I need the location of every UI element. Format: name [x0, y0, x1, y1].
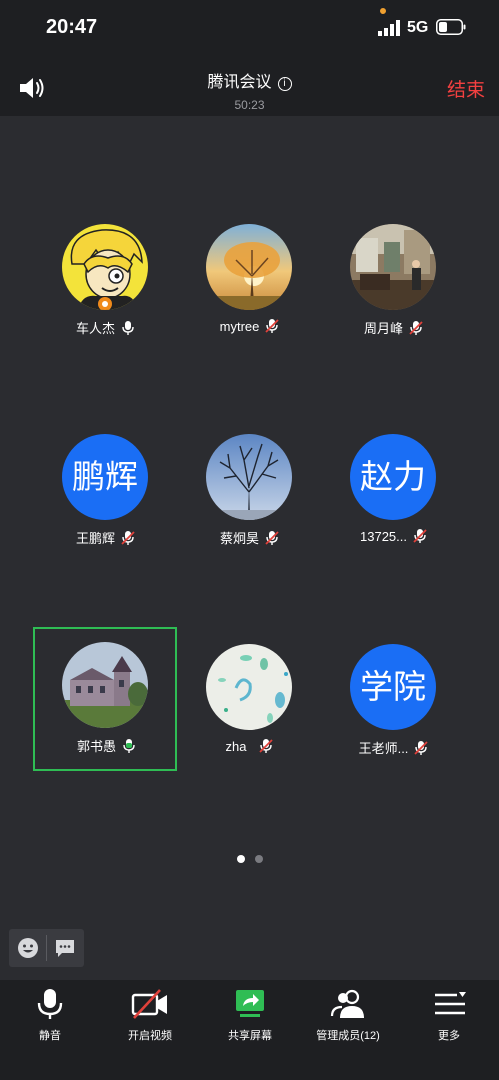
meeting-title: 腾讯会议 [207, 74, 272, 91]
participant-name-row: 王鹏辉 [34, 528, 178, 547]
participant-tile[interactable]: zha [178, 634, 322, 778]
meeting-title-block[interactable]: 腾讯会议 i 50:23 [0, 68, 499, 112]
participant-tile[interactable]: 学院 王老师... [322, 634, 466, 778]
mic-muted-icon [265, 531, 279, 545]
info-icon[interactable]: i [277, 77, 292, 91]
room-avatar-image [350, 224, 436, 310]
participant-grid: 车人杰 mytree 周月峰 鹏辉 王鹏辉 蔡炯昊 赵力 13725... 郭书… [0, 116, 499, 936]
network-type: 5G [407, 19, 429, 36]
status-bar: 20:47 5G [0, 0, 499, 58]
participant-avatar [350, 224, 436, 310]
end-meeting-button[interactable]: 结束 [447, 75, 485, 102]
participant-name: 蔡炯昊 [219, 531, 259, 546]
members-icon [330, 989, 364, 1018]
participant-tile[interactable]: 周月峰 [322, 214, 466, 358]
paint-drops-avatar-image [206, 644, 292, 730]
participant-avatar: 鹏辉 [62, 434, 148, 520]
manage-members-label: 管理成员(12) [316, 1030, 380, 1042]
participant-tile[interactable]: 车人杰 [34, 214, 178, 358]
page-dot[interactable] [254, 855, 263, 863]
participant-tile[interactable]: mytree [178, 214, 322, 358]
mic-speaking-icon [123, 739, 135, 753]
microphone-icon [37, 989, 63, 1019]
participant-name-row: 王老师... [322, 738, 466, 757]
participant-name: 王鹏辉 [75, 531, 115, 546]
participant-tile[interactable]: 赵力 13725... [322, 424, 466, 568]
castle-avatar-image [62, 642, 148, 728]
recording-dot [380, 8, 386, 14]
participant-name: 王老师... [358, 741, 409, 756]
more-label: 更多 [438, 1030, 460, 1042]
divider [46, 935, 47, 961]
meeting-duration: 50:23 [234, 98, 265, 112]
emoji-icon[interactable] [16, 936, 40, 960]
participant-avatar [206, 434, 292, 520]
video-off-icon [131, 989, 167, 1019]
participant-name: 周月峰 [363, 321, 403, 336]
participant-tile[interactable]: 蔡炯昊 [178, 424, 322, 568]
mute-button[interactable]: 静音 [0, 988, 100, 1043]
bare-tree-avatar-image [206, 434, 292, 520]
participant-avatar [62, 224, 148, 310]
more-button[interactable]: 更多 [399, 988, 499, 1043]
start-video-button[interactable]: 开启视频 [100, 988, 200, 1043]
mic-muted-icon [121, 531, 135, 545]
bottom-toolbar: 静音 开启视频 共享屏幕 管理成员(12) 更多 [0, 980, 499, 1080]
participant-name-row: 郭书愚 [35, 736, 179, 755]
participant-name: 郭书愚 [76, 739, 116, 754]
participant-name: zha [225, 739, 247, 754]
cartoon-avatar-image [62, 224, 148, 310]
quick-actions [9, 929, 84, 967]
participant-name-row: mytree [178, 318, 322, 334]
participant-name: mytree [219, 319, 260, 334]
start-video-label: 开启视频 [128, 1030, 172, 1042]
participant-name-row: 13725... [322, 528, 466, 544]
mic-muted-icon [259, 739, 274, 753]
participant-name-row: 车人杰 [34, 318, 178, 337]
mute-label: 静音 [39, 1030, 61, 1042]
mic-muted-icon [409, 321, 423, 335]
participant-name: 车人杰 [75, 321, 115, 336]
participant-name-row: 蔡炯昊 [178, 528, 322, 547]
manage-members-button[interactable]: 管理成员(12) [298, 988, 398, 1043]
participant-tile[interactable]: 鹏辉 王鹏辉 [34, 424, 178, 568]
participant-avatar [206, 644, 292, 730]
participant-name-row: zha [178, 738, 322, 754]
status-time: 20:47 [46, 16, 98, 38]
participant-avatar: 赵力 [350, 434, 436, 520]
signal-icon [378, 20, 400, 36]
share-screen-label: 共享屏幕 [228, 1030, 272, 1042]
battery-icon [436, 19, 466, 35]
page-indicator[interactable] [0, 850, 499, 868]
participant-name: 13725... [360, 529, 407, 544]
mic-muted-icon [265, 319, 279, 333]
share-screen-button[interactable]: 共享屏幕 [200, 988, 300, 1043]
mic-on-icon [122, 321, 134, 335]
participant-avatar: 学院 [350, 644, 436, 730]
tree-sunset-avatar-image [206, 224, 292, 310]
chat-icon[interactable] [53, 936, 77, 960]
page-dot-active[interactable] [236, 855, 245, 863]
participant-avatar [206, 224, 292, 310]
participant-avatar [62, 642, 148, 728]
more-menu-icon [435, 992, 466, 1015]
mic-muted-icon [414, 741, 429, 755]
participant-name-row: 周月峰 [322, 318, 466, 337]
mic-muted-icon [413, 529, 427, 543]
share-screen-icon [236, 990, 264, 1017]
participant-tile-speaking[interactable]: 郭书愚 [33, 627, 177, 771]
meeting-header: 腾讯会议 i 50:23 结束 [0, 58, 499, 116]
